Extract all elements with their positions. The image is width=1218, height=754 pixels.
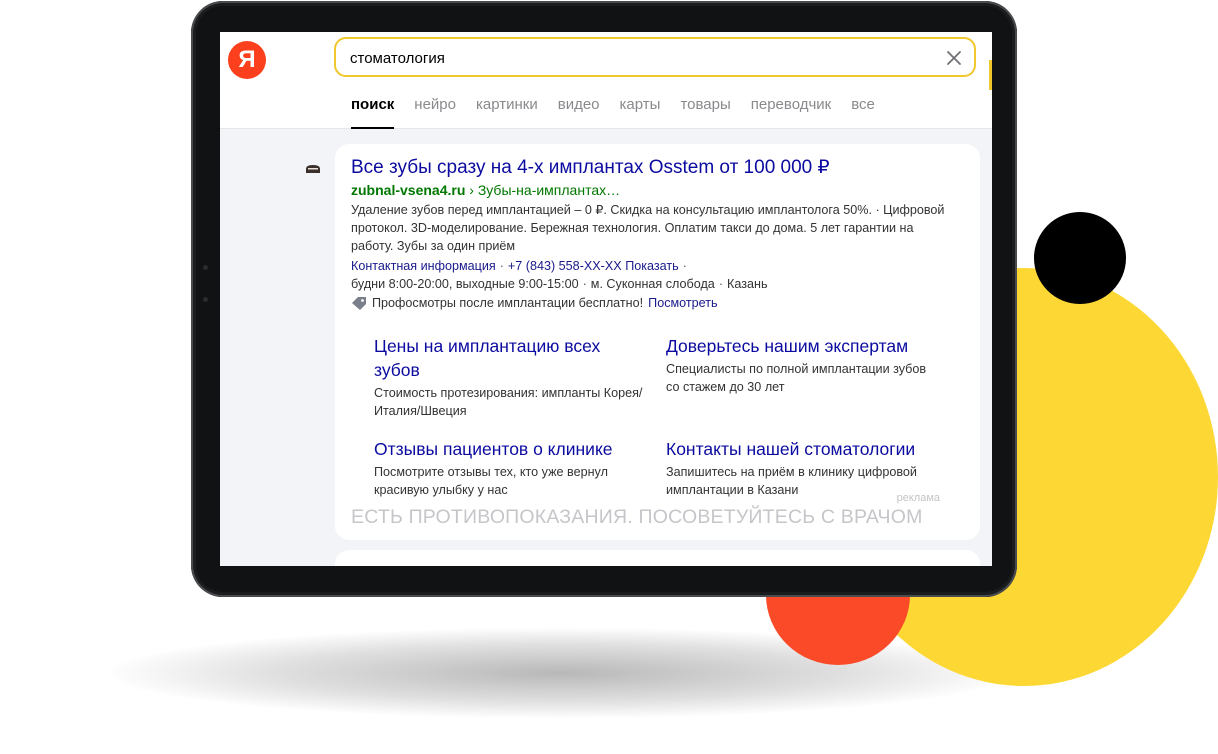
sitelink-contacts: Контакты нашей стоматологии Запишитесь н… <box>666 437 936 499</box>
search-box[interactable] <box>334 37 976 77</box>
medical-disclaimer: ЕСТЬ ПРОТИВОПОКАЗАНИЯ. ПОСОВЕТУЙТЕСЬ С В… <box>351 506 923 528</box>
tab-products[interactable]: товары <box>680 96 730 119</box>
ad-url-path[interactable]: › Зубы-на-имплантах… <box>469 182 620 198</box>
metro-station: м. Суконная слобода <box>590 277 715 291</box>
search-tabs: поиск нейро картинки видео карты товары … <box>351 96 875 129</box>
promo-text: Профосмотры после имплантации бесплатно! <box>372 296 644 310</box>
tab-translator[interactable]: переводчик <box>751 96 831 119</box>
tab-video[interactable]: видео <box>558 96 600 119</box>
tablet-frame: Я поиск нейро картинки видео карты товар… <box>191 1 1017 597</box>
tab-neuro[interactable]: нейро <box>414 96 456 119</box>
sitelink-title[interactable]: Доверьтесь нашим экспертам <box>666 334 936 358</box>
tablet-sensor <box>203 265 208 270</box>
sitelink-desc: Стоимость протезирования: импланты Корея… <box>374 386 643 418</box>
contact-info-link[interactable]: Контактная информация <box>351 259 496 273</box>
city: Казань <box>727 277 768 291</box>
ad-description: Удаление зубов перед имплантацией – 0 ₽.… <box>351 203 945 253</box>
sitelink-title[interactable]: Контакты нашей стоматологии <box>666 437 936 461</box>
browser-screen: Я поиск нейро картинки видео карты товар… <box>220 32 992 566</box>
tab-all[interactable]: все <box>851 96 875 119</box>
yandex-logo[interactable]: Я <box>228 41 266 79</box>
tab-images[interactable]: картинки <box>476 96 538 119</box>
ad-title-link[interactable]: Все зубы сразу на 4-х имплантах Osstem о… <box>351 156 830 179</box>
ad-promo: Профосмотры после имплантации бесплатно!… <box>351 296 718 310</box>
sitelink-reviews: Отзывы пациентов о клинике Посмотрите от… <box>374 437 644 499</box>
next-result-card <box>335 550 980 566</box>
sitelink-experts: Доверьтесь нашим экспертам Специалисты п… <box>666 334 936 396</box>
decorative-black-circle <box>1034 212 1126 304</box>
phone-number[interactable]: +7 (843) 558-XX-XX <box>508 259 622 273</box>
ad-contacts: Контактная информация · +7 (843) 558-XX-XX… <box>351 259 768 291</box>
sitelink-title[interactable]: Отзывы пациентов о клинике <box>374 437 644 461</box>
tab-maps[interactable]: карты <box>620 96 661 119</box>
ad-url[interactable]: zubnal-vsena4.ru › Зубы-на-имплантах… <box>351 182 620 198</box>
header-edge <box>989 60 992 90</box>
sitelink-desc: Специалисты по полной имплантации зубов … <box>666 362 927 394</box>
tablet-camera <box>203 297 208 302</box>
tab-search[interactable]: поиск <box>351 96 395 129</box>
working-hours: будни 8:00-20:00, выходные 9:00-15:00 <box>351 277 579 291</box>
promo-link[interactable]: Посмотреть <box>648 296 717 310</box>
search-header: Я поиск нейро картинки видео карты товар… <box>220 32 992 129</box>
tooth-logo-icon <box>306 165 320 173</box>
ad-label: реклама <box>896 492 940 504</box>
tag-icon <box>352 297 366 310</box>
sitelink-title[interactable]: Цены на имплантацию всех зубов <box>374 334 644 382</box>
ad-url-domain[interactable]: zubnal-vsena4.ru <box>351 182 465 198</box>
search-input[interactable] <box>350 47 910 69</box>
sitelink-desc: Запишитесь на приём в клинику цифровой и… <box>666 465 917 497</box>
close-icon[interactable] <box>946 50 962 66</box>
show-phone-link[interactable]: Показать <box>625 259 679 273</box>
sitelink-desc: Посмотрите отзывы тех, кто уже вернул кр… <box>374 465 608 497</box>
sitelink-prices: Цены на имплантацию всех зубов Стоимость… <box>374 334 644 420</box>
ad-card: Все зубы сразу на 4-х имплантах Osstem о… <box>335 144 980 540</box>
